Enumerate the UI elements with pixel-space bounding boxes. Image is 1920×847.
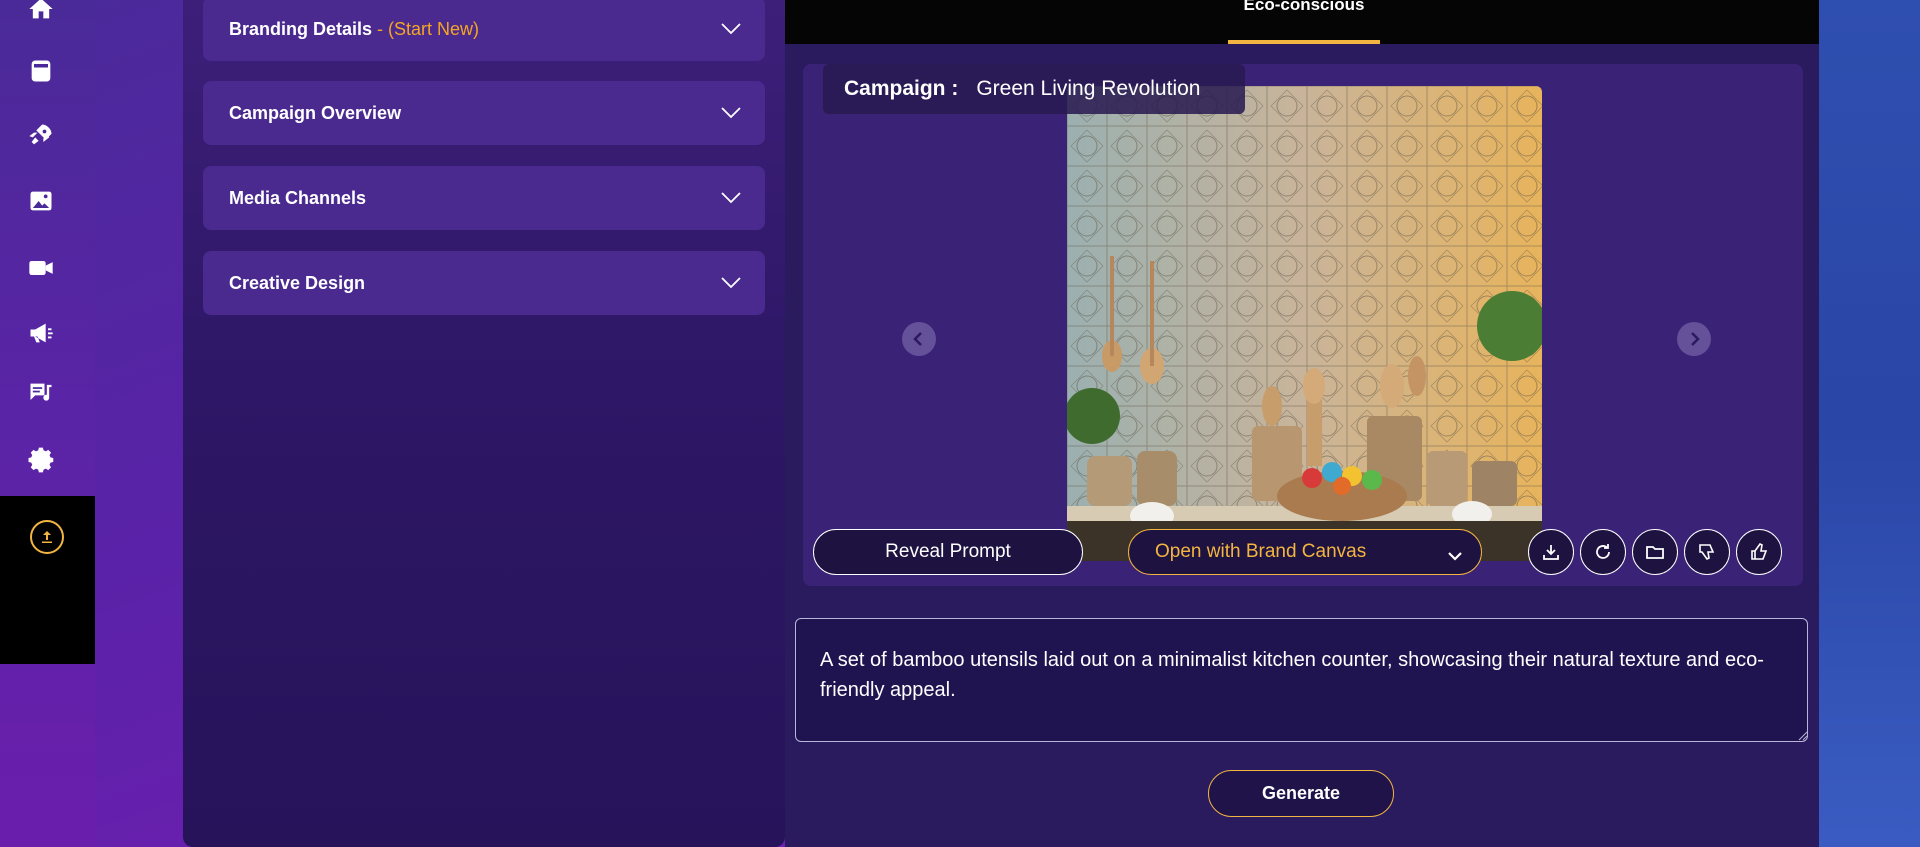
refresh-icon[interactable]	[1580, 529, 1626, 575]
chevron-down-icon	[721, 20, 741, 39]
tab-eco-conscious[interactable]: Eco-conscious	[1228, 0, 1380, 44]
accordion-title: Media Channels	[229, 187, 367, 208]
next-arrow-icon[interactable]	[1677, 322, 1711, 356]
generate-button[interactable]: Generate	[1208, 770, 1394, 817]
video-icon[interactable]	[26, 253, 56, 283]
campaign-name: Green Living Revolution	[976, 77, 1201, 100]
upload-icon[interactable]	[30, 520, 64, 554]
open-brand-canvas-button[interactable]: Open with Brand Canvas	[1128, 529, 1482, 575]
tab-bar: Eco-conscious	[785, 0, 1819, 44]
open-brand-canvas-label: Open with Brand Canvas	[1155, 541, 1367, 562]
preview-panel: Eco-conscious Campaign : Green Living Re…	[785, 0, 1819, 847]
reveal-prompt-button[interactable]: Reveal Prompt	[813, 529, 1083, 575]
home-icon[interactable]	[26, 0, 56, 24]
accordion-title: Branding Details - (Start New)	[229, 18, 480, 39]
chevron-down-icon	[721, 104, 741, 123]
image-action-bar: Reveal Prompt Open with Brand Canvas	[807, 526, 1799, 578]
chevron-down-icon	[721, 189, 741, 208]
chat-music-icon[interactable]	[26, 378, 56, 408]
accordion-title: Creative Design	[229, 272, 366, 293]
megaphone-icon[interactable]	[26, 318, 56, 348]
accordion-branding-details[interactable]: Branding Details - (Start New)	[203, 0, 765, 61]
campaign-label-key: Campaign :	[844, 77, 959, 100]
folder-icon[interactable]	[1632, 529, 1678, 575]
background-edge	[1819, 0, 1920, 847]
accordion-media-channels[interactable]: Media Channels	[203, 166, 765, 230]
campaign-label: Campaign : Green Living Revolution	[823, 64, 1245, 114]
resize-handle-icon[interactable]	[1798, 731, 1808, 741]
thumbs-up-icon[interactable]	[1736, 529, 1782, 575]
settings-panel: Branding Details - (Start New) Campaign …	[183, 0, 785, 847]
image-preview-card: Campaign : Green Living Revolution Revea…	[803, 64, 1803, 586]
download-icon[interactable]	[1528, 529, 1574, 575]
image-icon[interactable]	[26, 186, 56, 216]
rocket-icon[interactable]	[26, 120, 56, 150]
accordion-creative-design[interactable]: Creative Design	[203, 251, 765, 315]
accordion-title: Campaign Overview	[229, 102, 402, 123]
generated-image	[1067, 86, 1542, 561]
gear-icon[interactable]	[26, 445, 56, 475]
icon-sidebar	[0, 0, 95, 847]
prev-arrow-icon[interactable]	[902, 322, 936, 356]
calendar-icon[interactable]	[26, 56, 56, 86]
prompt-textarea[interactable]: A set of bamboo utensils laid out on a m…	[795, 618, 1808, 742]
thumbs-down-icon[interactable]	[1684, 529, 1730, 575]
chevron-down-icon[interactable]	[1447, 545, 1463, 567]
accordion-campaign-overview[interactable]: Campaign Overview	[203, 81, 765, 145]
chevron-down-icon	[721, 274, 741, 293]
